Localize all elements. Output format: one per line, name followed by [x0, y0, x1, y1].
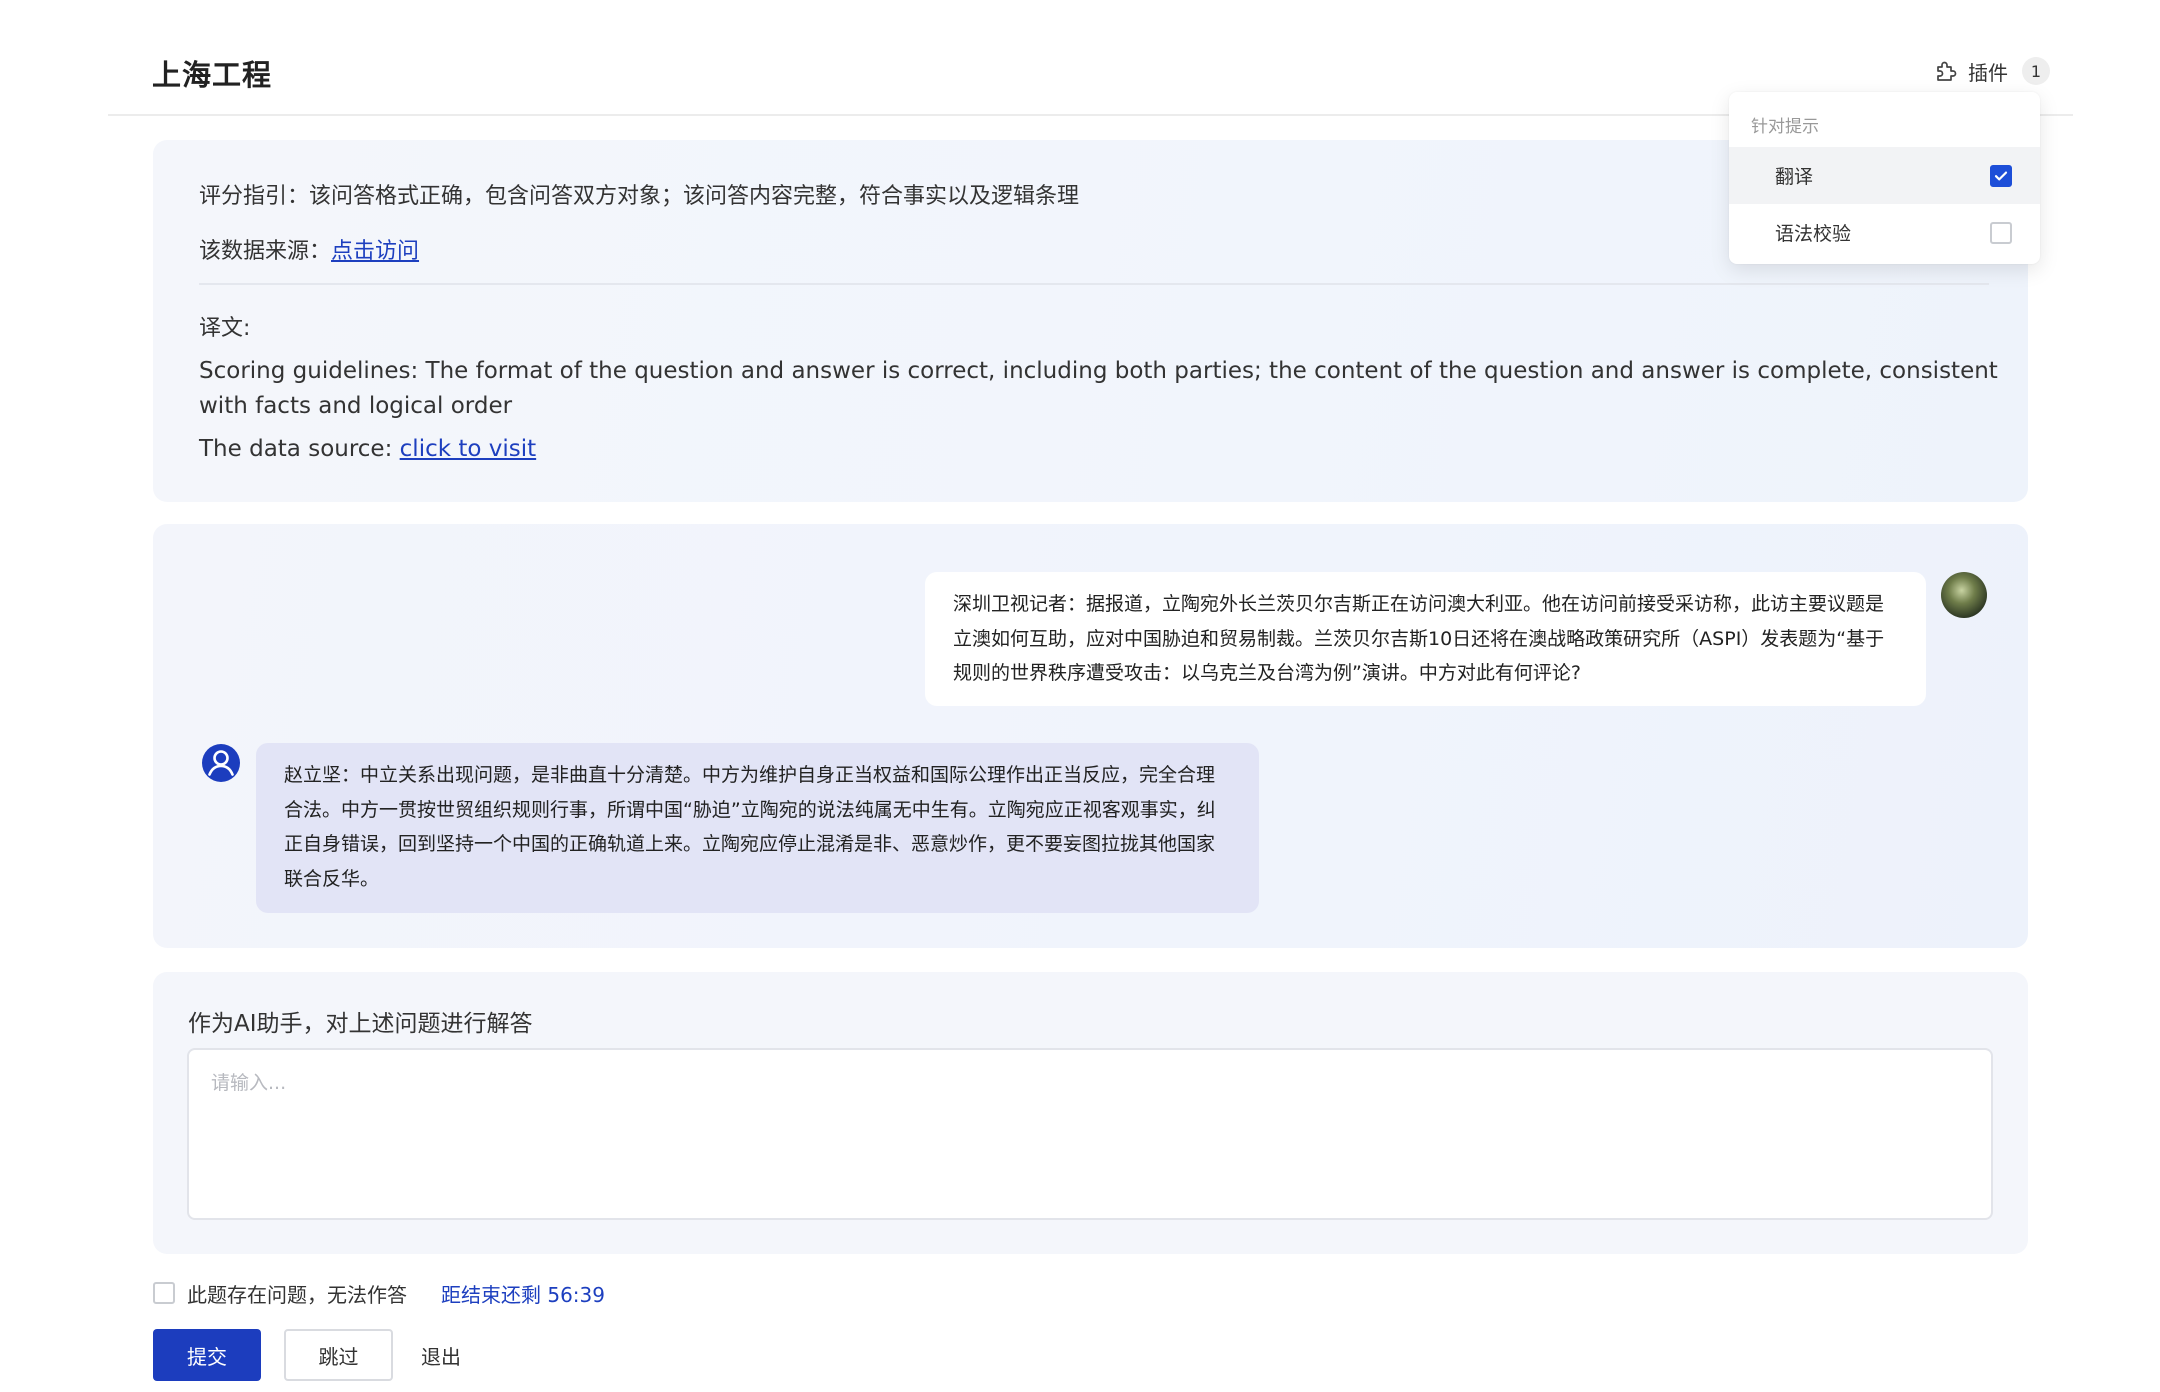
- plugin-menu-trigger[interactable]: 插件 1: [1934, 54, 2050, 88]
- conversation-card: 深圳卫视记者：据报道，立陶宛外长兰茨贝尔吉斯正在访问澳大利亚。他在访问前接受采访…: [153, 524, 2028, 948]
- answer-card: 作为AI助手，对上述问题进行解答: [153, 972, 2028, 1254]
- plugin-option-translate[interactable]: 翻译: [1729, 147, 2040, 204]
- data-source-line: 该数据来源：点击访问: [199, 233, 419, 265]
- skip-button[interactable]: 跳过: [284, 1329, 393, 1381]
- assistant-avatar-icon: [201, 743, 241, 783]
- plugin-option-label: 语法校验: [1775, 223, 1852, 245]
- countdown-timer: 距结束还剩 56:39: [441, 1282, 605, 1307]
- exit-button[interactable]: 退出: [405, 1329, 477, 1381]
- scoring-guideline: 评分指引：该问答格式正确，包含问答双方对象；该问答内容完整，符合事实以及逻辑条理: [199, 184, 1080, 209]
- translation-source-link[interactable]: click to visit: [400, 436, 537, 462]
- answer-input[interactable]: [187, 1048, 1993, 1220]
- plugin-label: 插件: [1968, 60, 2008, 85]
- dropdown-section-title: 针对提示: [1751, 117, 1819, 137]
- answer-prompt-label: 作为AI助手，对上述问题进行解答: [188, 1011, 533, 1037]
- question-bubble: 深圳卫视记者：据报道，立陶宛外长兰茨贝尔吉斯正在访问澳大利亚。他在访问前接受采访…: [925, 572, 1926, 706]
- translation-text: Scoring guidelines: The format of the qu…: [199, 358, 1998, 419]
- issue-label: 此题存在问题，无法作答: [187, 1282, 407, 1307]
- translation-source-prefix: The data source:: [199, 436, 400, 462]
- user-avatar: [1941, 572, 1987, 618]
- divider: [199, 283, 1989, 285]
- plugin-dropdown: 针对提示 翻译 语法校验: [1729, 92, 2040, 264]
- issue-checkbox[interactable]: [153, 1282, 175, 1304]
- issue-row: 此题存在问题，无法作答 距结束还剩 56:39: [153, 1276, 605, 1310]
- submit-button[interactable]: 提交: [153, 1329, 261, 1381]
- data-source-link[interactable]: 点击访问: [331, 239, 419, 264]
- plugin-count-badge: 1: [2022, 57, 2050, 85]
- check-icon: [1994, 171, 2008, 181]
- translation-source-line: The data source: click to visit: [199, 436, 536, 462]
- plugin-option-label: 翻译: [1775, 166, 1814, 188]
- answer-bubble: 赵立坚：中立关系出现问题，是非曲直十分清楚。中方为维护自身正当权益和国际公理作出…: [256, 743, 1259, 913]
- data-source-prefix: 该数据来源：: [199, 239, 332, 264]
- grammar-check-checkbox[interactable]: [1990, 222, 2012, 244]
- translation-label: 译文:: [199, 316, 251, 341]
- plugin-option-grammar-check[interactable]: 语法校验: [1729, 204, 2040, 261]
- page-title: 上海工程: [152, 58, 273, 92]
- translate-checkbox[interactable]: [1990, 165, 2012, 187]
- puzzle-icon: [1934, 59, 1958, 83]
